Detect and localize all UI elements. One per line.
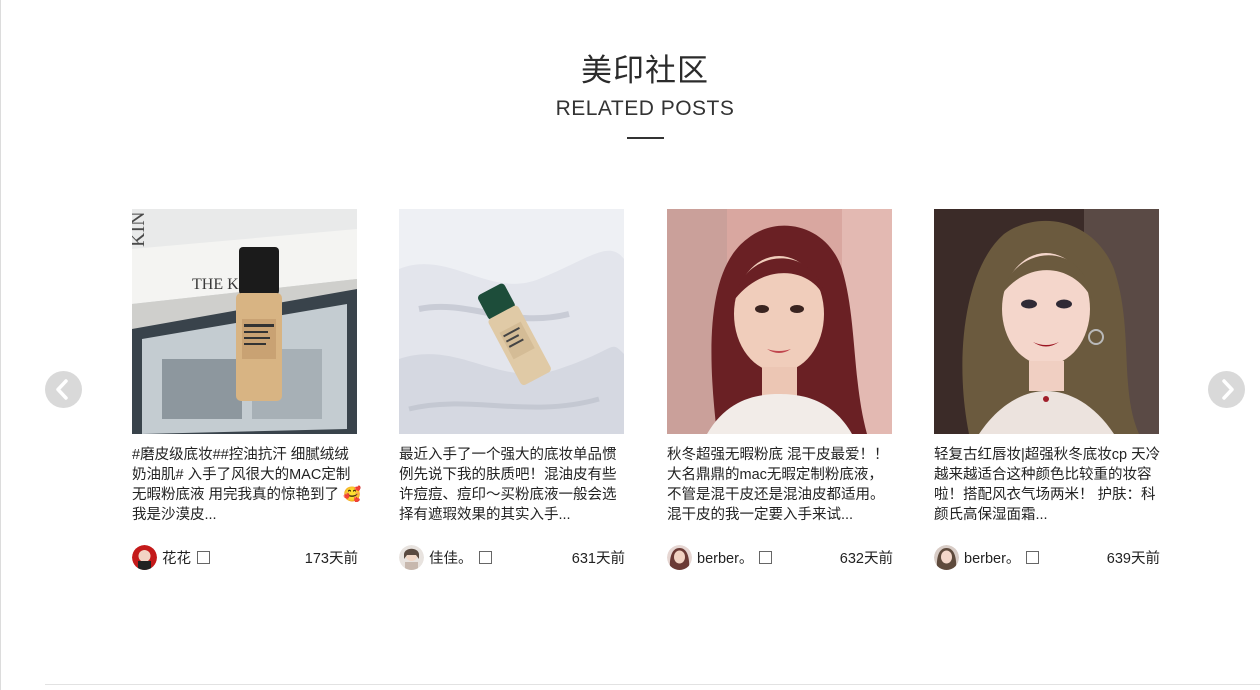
section-title: 美印社区 xyxy=(581,53,709,88)
foundation-bottle-photo: THE K KIN xyxy=(132,209,357,434)
avatar[interactable] xyxy=(399,544,424,570)
like-checkbox[interactable] xyxy=(478,550,492,564)
chevron-right-icon xyxy=(1222,379,1234,400)
author-name[interactable]: 佳佳。 xyxy=(429,547,473,568)
carousel-next-button[interactable] xyxy=(1208,371,1245,408)
post-meta: 佳佳。 631天前 xyxy=(399,544,625,570)
post-image[interactable]: THE K KIN xyxy=(132,209,357,434)
post-excerpt[interactable]: 轻复古红唇妆|超强秋冬底妆cp 天冷越来越适合这种颜色比较重的妆容啦！搭配风衣气… xyxy=(934,445,1164,525)
post-time: 631天前 xyxy=(571,550,625,567)
chevron-left-icon xyxy=(56,379,68,400)
post-meta: 花花 173天前 xyxy=(132,544,358,570)
foundation-bottle-photo xyxy=(399,209,624,434)
svg-text:KIN: KIN xyxy=(132,211,149,247)
like-checkbox[interactable] xyxy=(1026,550,1040,564)
author-name[interactable]: berber。 xyxy=(964,547,1020,568)
post-card[interactable]: THE K KIN #磨皮级底妆##控油抗汗 细腻绒绒奶油肌# 入手了风很大的M… xyxy=(132,209,361,570)
post-image[interactable] xyxy=(934,209,1159,434)
post-time: 173天前 xyxy=(304,550,358,567)
section-subtitle: RELATED POSTS xyxy=(555,97,735,120)
post-image[interactable] xyxy=(399,209,624,434)
avatar[interactable] xyxy=(934,544,959,570)
title-divider xyxy=(627,137,664,139)
avatar[interactable] xyxy=(132,544,157,570)
portrait-photo xyxy=(934,209,1159,434)
author-name[interactable]: 花花 xyxy=(162,547,191,568)
post-excerpt[interactable]: #磨皮级底妆##控油抗汗 细腻绒绒奶油肌# 入手了风很大的MAC定制无暇粉底液 … xyxy=(132,445,362,525)
post-excerpt[interactable]: 秋冬超强无暇粉底 混干皮最爱！！大名鼎鼎的mac无暇定制粉底液，不管是混干皮还是… xyxy=(667,445,897,525)
bottom-divider xyxy=(45,684,1260,685)
svg-text:THE K: THE K xyxy=(192,276,239,293)
avatar[interactable] xyxy=(667,544,692,570)
author-name[interactable]: berber。 xyxy=(697,547,753,568)
post-time: 639天前 xyxy=(1106,550,1160,567)
post-card[interactable]: 最近入手了一个强大的底妆单品惯例先说下我的肤质吧！混油皮有些许痘痘、痘印～买粉底… xyxy=(399,209,625,570)
post-time: 632天前 xyxy=(839,550,893,567)
like-checkbox[interactable] xyxy=(197,550,210,564)
carousel-prev-button[interactable] xyxy=(45,371,82,408)
post-meta: berber。 632天前 xyxy=(667,544,893,570)
post-meta: berber。 639天前 xyxy=(934,544,1160,570)
post-image[interactable] xyxy=(667,209,892,434)
post-excerpt[interactable]: 最近入手了一个强大的底妆单品惯例先说下我的肤质吧！混油皮有些许痘痘、痘印～买粉底… xyxy=(399,445,629,525)
like-checkbox[interactable] xyxy=(759,550,773,564)
post-card[interactable]: 轻复古红唇妆|超强秋冬底妆cp 天冷越来越适合这种颜色比较重的妆容啦！搭配风衣气… xyxy=(934,209,1160,570)
portrait-photo xyxy=(667,209,892,434)
post-card[interactable]: 秋冬超强无暇粉底 混干皮最爱！！大名鼎鼎的mac无暇定制粉底液，不管是混干皮还是… xyxy=(667,209,893,570)
